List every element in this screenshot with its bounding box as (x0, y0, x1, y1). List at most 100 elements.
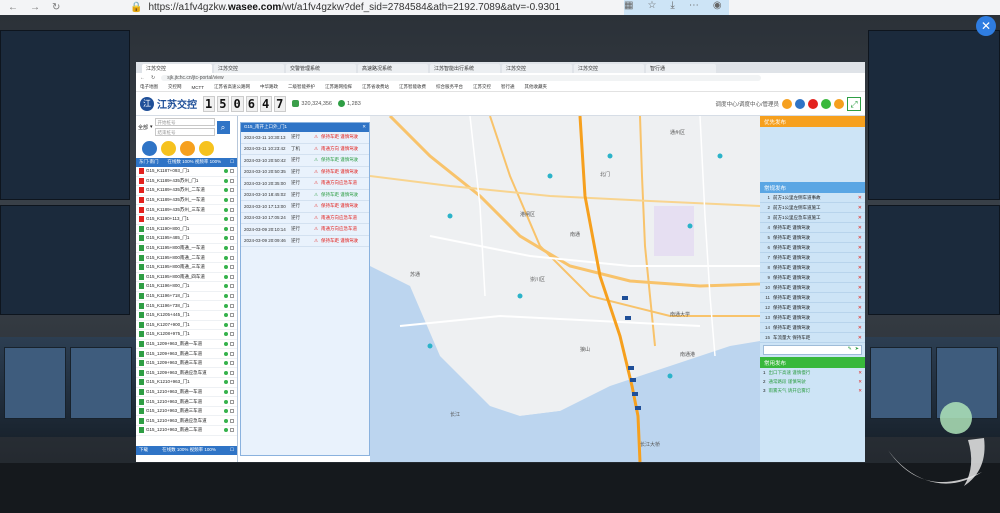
device-checkbox[interactable] (230, 380, 234, 385)
browser-tab[interactable]: 江苏交控 (502, 64, 572, 73)
device-row[interactable]: G15_K1190+113_门1 (136, 215, 237, 225)
delete-icon[interactable]: ✕ (858, 255, 862, 261)
publish-item[interactable]: 1 前方1公里左侧车道事故 ✕ (760, 193, 865, 203)
back-icon[interactable]: ← (8, 2, 18, 13)
outer-address-bar[interactable]: 🔒 https://a1fv4gzkw.wasee.com/wt/a1fv4gz… (130, 2, 560, 13)
publish-item[interactable]: 9 保持车距 谨慎驾驶 ✕ (760, 273, 865, 283)
device-row[interactable]: G15_1209+963_南通三车道 (136, 359, 237, 369)
device-row[interactable]: G15_K1196+800_门1 (136, 282, 237, 292)
publish-item[interactable]: 7 保持车距 谨慎驾驶 ✕ (760, 253, 865, 263)
publish-item[interactable]: 2 前方1公里左侧车道施工 ✕ (760, 203, 865, 213)
device-row[interactable]: G15_K1196+718_门1 (136, 292, 237, 302)
bookmark-item[interactable]: 交控网 (168, 84, 182, 90)
event-row[interactable]: 2024-03-11 10:23:42 丁机 ⚠ 南通方向 谨慎驾驶 (241, 144, 369, 155)
device-checkbox[interactable] (230, 178, 234, 183)
bookmark-item[interactable]: MCTT (192, 85, 205, 90)
publish-item[interactable]: 13 保持车距 谨慎驾驶 ✕ (760, 313, 865, 323)
device-checkbox[interactable] (230, 207, 234, 212)
device-checkbox[interactable] (230, 361, 234, 366)
delete-icon[interactable]: ✕ (858, 215, 862, 221)
device-checkbox[interactable] (230, 332, 234, 337)
board-icon[interactable] (199, 140, 214, 156)
device-checkbox[interactable] (230, 255, 234, 260)
device-row[interactable]: G15_1210+963_南通三车道 (136, 407, 237, 417)
device-row[interactable]: G15_1209+963_南通应急车道 (136, 368, 237, 379)
delete-icon[interactable]: ✕ (858, 295, 862, 301)
map-view[interactable]: 通州区 南通 崇川区 港闸区 北门 南通大学 狼山 长江 南通港 长江大桥 苏通 (370, 116, 760, 462)
device-row[interactable]: G15_K1205+445_门1 (136, 311, 237, 321)
browser-tab[interactable]: 高速路况系统 (358, 64, 428, 73)
event-row[interactable]: 2024-03-10 20:50:35 逆行 ⚠ 保持车距 谨慎驾驶 (241, 167, 369, 178)
device-row[interactable]: G15_K1195+800南通_三车道 (136, 263, 237, 273)
common-publish-item[interactable]: 2 通常路段 谨慎驾驶 ✕ (760, 377, 865, 386)
browser-tab[interactable]: 江苏交控 (574, 64, 644, 73)
publish-item[interactable]: 15 车流量大 保持车距 ✕ (760, 333, 865, 343)
device-checkbox[interactable] (230, 370, 234, 375)
flag-icon[interactable] (834, 98, 844, 109)
edit-icon[interactable]: ✎ (848, 346, 852, 354)
device-row[interactable]: G15_K1189+435苏州_三车道 (136, 205, 237, 215)
device-row[interactable]: G15_K1195+800南通_二车道 (136, 253, 237, 263)
inner-address-bar[interactable]: sjk.jtchc.cn/jtc-portal/view (161, 75, 762, 81)
start-input[interactable]: 开始桩号 (154, 118, 215, 126)
device-row[interactable]: G15_K1189+435苏州_一车道 (136, 196, 237, 206)
device-checkbox[interactable] (230, 341, 234, 346)
device-checkbox[interactable] (230, 399, 234, 404)
end-input[interactable]: 结束桩号 (154, 128, 215, 136)
delete-icon[interactable]: ✕ (858, 195, 862, 201)
map-canvas[interactable]: 通州区 南通 崇川区 港闸区 北门 南通大学 狼山 长江 南通港 长江大桥 苏通 (370, 116, 760, 462)
expand-icon[interactable]: ⤢ (847, 96, 861, 111)
checkbox-all[interactable]: ☐ (230, 159, 234, 166)
device-checkbox[interactable] (230, 169, 234, 174)
common-publish-item[interactable]: 1 出口下高速 谨慎慢行 ✕ (760, 368, 865, 377)
device-checkbox[interactable] (230, 409, 234, 414)
device-checkbox[interactable] (230, 322, 234, 327)
device-checkbox[interactable] (230, 265, 234, 270)
delete-icon[interactable]: ✕ (858, 379, 862, 385)
delete-icon[interactable]: ✕ (858, 335, 862, 341)
delete-icon[interactable]: ✕ (858, 370, 862, 376)
settings-icon[interactable] (795, 98, 805, 109)
close-icon[interactable]: ✕ (362, 124, 366, 131)
device-row[interactable]: G15_K1207+900_门1 (136, 321, 237, 331)
delete-icon[interactable]: ✕ (858, 235, 862, 241)
grid-icon[interactable] (142, 140, 157, 156)
event-row[interactable]: 2024-03-10 20:50:42 逆行 ⚠ 保持车距 谨慎驾驶 (241, 155, 369, 167)
delete-icon[interactable]: ✕ (858, 315, 862, 321)
device-row[interactable]: G15_K1195+800南通_四车道 (136, 273, 237, 283)
publish-item[interactable]: 12 保持车距 谨慎驾驶 ✕ (760, 303, 865, 313)
event-row[interactable]: 2024-03-10 18:45:02 逆行 ⚠ 保持车距 谨慎驾驶 (241, 190, 369, 201)
event-row[interactable]: 2024-03-09 20:09:46 逆行 ⚠ 保持车距 谨慎驾驶 (241, 236, 369, 247)
inner-back-icon[interactable]: ← (140, 75, 145, 81)
device-row[interactable]: G15_K1196+738_门1 (136, 301, 237, 311)
bookmark-item[interactable]: 智行通 (501, 84, 515, 90)
device-row[interactable]: G15_1209+963_南通二车道 (136, 349, 237, 359)
bookmark-item[interactable]: 江苏路网指挥 (325, 84, 352, 90)
delete-icon[interactable]: ✕ (858, 305, 862, 311)
publish-item[interactable]: 4 保持车距 谨慎驾驶 ✕ (760, 223, 865, 233)
device-checkbox[interactable] (230, 246, 234, 251)
search-button[interactable]: ⌕ (216, 120, 230, 134)
device-row[interactable]: G15_1209+963_南通一车道 (136, 340, 237, 350)
browser-tab[interactable]: 智行通 (646, 64, 716, 73)
checkbox-foot[interactable]: ☐ (230, 447, 234, 454)
device-row[interactable]: G15_K1195+485_门1 (136, 234, 237, 244)
common-publish-item[interactable]: 3 雨雾天气 请开启雾灯 ✕ (760, 386, 865, 395)
event-row[interactable]: 2024-03-11 10:30:13 逆行 ⚠ 保持车距 谨慎驾驶 (241, 132, 369, 144)
delete-icon[interactable]: ✕ (858, 325, 862, 331)
device-row[interactable]: G15_K1189+435苏州_二车道 (136, 186, 237, 196)
publish-item[interactable]: 11 保持车距 谨慎驾驶 ✕ (760, 293, 865, 303)
refresh-icon[interactable]: ↻ (52, 2, 60, 13)
device-row[interactable]: G15_1210+963_南通应急车道 (136, 416, 237, 427)
publish-item[interactable]: 6 保持车距 谨慎驾驶 ✕ (760, 243, 865, 253)
event-row[interactable]: 2024-03-09 20:10:14 逆行 ⚠ 南通方向应急车道 (241, 224, 369, 236)
filter-dropdown[interactable]: 全部 (138, 124, 148, 131)
device-checkbox[interactable] (230, 217, 234, 222)
bookmark-item[interactable]: 综合服务平台 (436, 84, 463, 90)
bookmark-item[interactable]: 电子地图 (140, 84, 158, 90)
delete-icon[interactable]: ✕ (858, 275, 862, 281)
alarm-icon[interactable] (808, 98, 818, 109)
device-checkbox[interactable] (230, 198, 234, 203)
device-row[interactable]: G15_K1210+963_门1 (136, 378, 237, 388)
publish-item[interactable]: 8 保持车距 谨慎驾驶 ✕ (760, 263, 865, 273)
